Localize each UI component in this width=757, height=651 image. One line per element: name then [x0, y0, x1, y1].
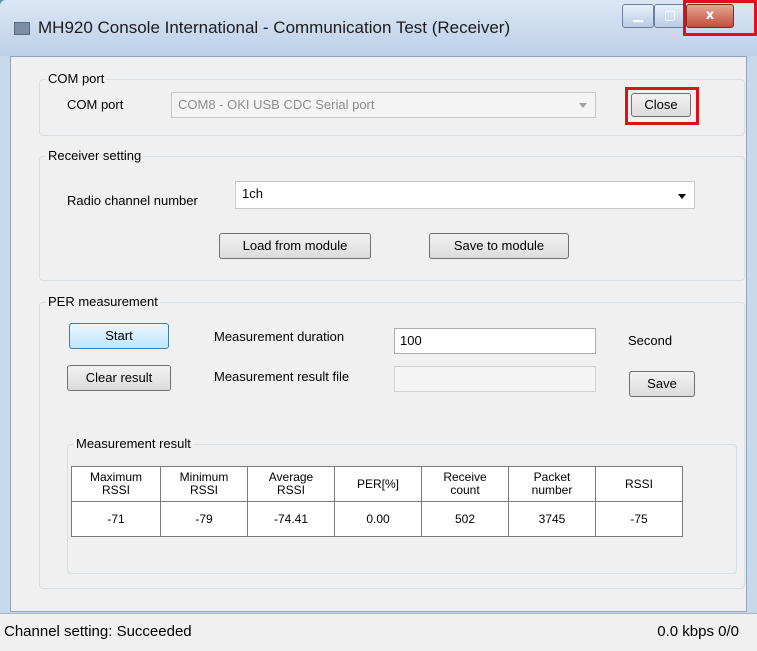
start-button[interactable]: Start — [69, 323, 169, 349]
title-bar[interactable]: MH920 Console International - Communicat… — [0, 0, 757, 56]
radio-channel-value: 1ch — [242, 186, 263, 201]
column-header: RSSI — [595, 466, 683, 502]
table-cell: -75 — [595, 501, 683, 537]
per-measurement-group-label: PER measurement — [46, 294, 160, 309]
load-from-module-button[interactable]: Load from module — [219, 233, 371, 259]
radio-channel-select[interactable]: 1ch — [235, 181, 695, 209]
column-header: Average RSSI — [247, 466, 335, 502]
save-to-module-button[interactable]: Save to module — [429, 233, 569, 259]
column-header: PER[%] — [334, 466, 422, 502]
chevron-down-icon — [579, 103, 587, 108]
measurement-result-file-label: Measurement result file — [214, 369, 350, 384]
save-result-button[interactable]: Save — [629, 371, 695, 397]
column-header: Maximum RSSI — [71, 466, 161, 502]
receiver-setting-group-label: Receiver setting — [46, 148, 144, 163]
maximize-icon: ▢ — [663, 8, 677, 23]
column-header: Packet number — [508, 466, 596, 502]
close-button-highlight — [625, 87, 699, 125]
table-cell: -79 — [160, 501, 248, 537]
table-row: -71 -79 -74.41 0.00 502 3745 -75 — [71, 501, 683, 537]
status-bar: Channel setting: Succeeded 0.0 kbps 0/0 — [0, 613, 757, 651]
com-port-selected-value: COM8 - OKI USB CDC Serial port — [178, 97, 375, 112]
measurement-result-table: Maximum RSSI Minimum RSSI Average RSSI PER[… — [71, 466, 683, 537]
com-port-select[interactable]: COM8 - OKI USB CDC Serial port — [171, 92, 596, 118]
table-cell: 0.00 — [334, 501, 422, 537]
table-cell: -71 — [71, 501, 161, 537]
column-header: Minimum RSSI — [160, 466, 248, 502]
app-icon — [14, 22, 30, 35]
measurement-duration-label: Measurement duration — [214, 329, 345, 344]
maximize-button[interactable]: ▢ — [654, 4, 686, 28]
minimize-icon: ▁ — [633, 8, 643, 23]
measurement-result-file-field[interactable] — [394, 366, 596, 392]
clear-result-button[interactable]: Clear result — [67, 365, 171, 391]
close-highlight-box — [683, 0, 757, 36]
com-port-label: COM port — [67, 97, 124, 112]
table-cell: 502 — [421, 501, 509, 537]
window-title: MH920 Console International - Communicat… — [38, 18, 511, 37]
status-message: Channel setting: Succeeded — [4, 623, 192, 640]
status-rate: 0.0 kbps 0/0 — [657, 623, 739, 640]
minimize-button[interactable]: ▁ — [622, 4, 654, 28]
receiver-setting-group: Receiver setting — [39, 148, 745, 281]
com-port-group-label: COM port — [46, 71, 107, 86]
chevron-down-icon — [678, 194, 686, 199]
dialog-body: COM port COM port COM8 - OKI USB CDC Ser… — [10, 56, 747, 612]
table-cell: -74.41 — [247, 501, 335, 537]
duration-unit-label: Second — [628, 333, 673, 348]
radio-channel-label: Radio channel number — [67, 193, 198, 208]
measurement-result-group-label: Measurement result — [74, 436, 193, 451]
column-header: Receive count — [421, 466, 509, 502]
table-header-row: Maximum RSSI Minimum RSSI Average RSSI PER[… — [71, 466, 683, 502]
table-cell: 3745 — [508, 501, 596, 537]
measurement-duration-input[interactable]: 100 — [394, 328, 596, 354]
main-window: MH920 Console International - Communicat… — [0, 0, 757, 651]
